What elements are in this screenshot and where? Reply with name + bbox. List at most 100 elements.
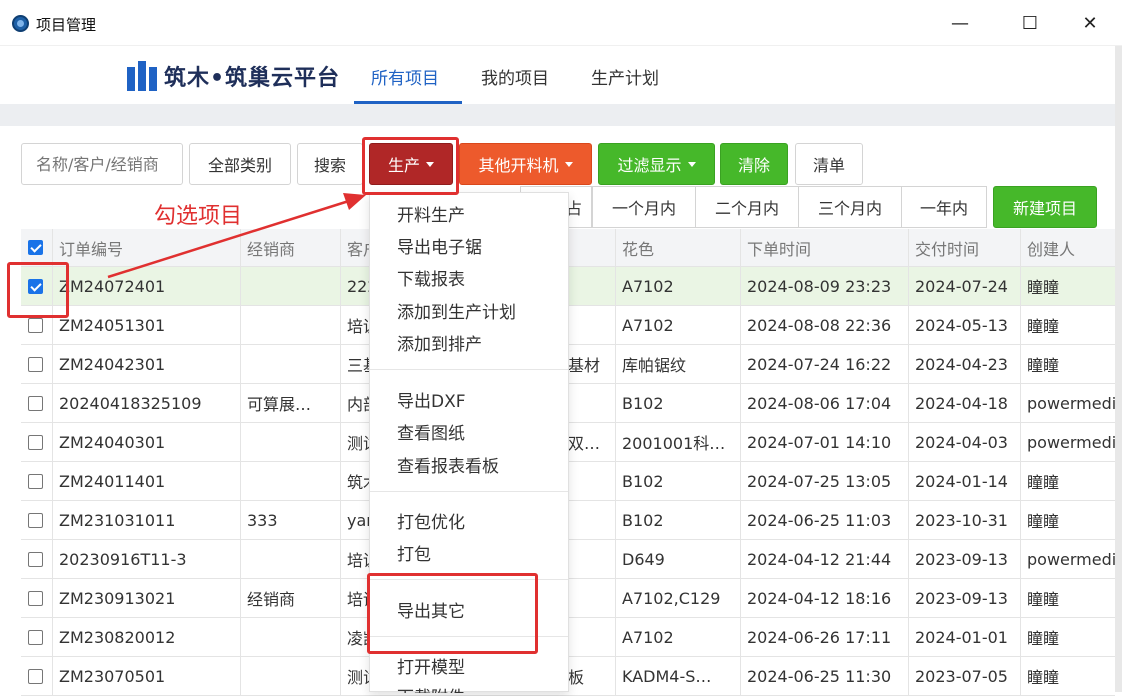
cell-color: A7102 xyxy=(616,618,741,656)
row-checkbox[interactable] xyxy=(28,473,43,489)
close-button[interactable]: ✕ xyxy=(1070,8,1110,38)
filter-display-label: 过滤显示 xyxy=(617,156,682,175)
menu-item-open-model[interactable]: 打开模型 xyxy=(397,653,465,678)
column-header[interactable]: 订单编号 xyxy=(53,229,241,266)
search-button[interactable]: 搜索 xyxy=(297,143,363,185)
cell-creator: 瞳瞳 xyxy=(1027,668,1060,687)
tab-production-plan[interactable]: 生产计划 xyxy=(591,64,659,89)
cell-delivery: 2024-07-24 xyxy=(909,267,1021,305)
minimize-button[interactable]: — xyxy=(940,8,980,38)
brand-logo-icon xyxy=(127,61,157,91)
cell-dealer xyxy=(241,540,341,578)
vertical-scrollbar[interactable] xyxy=(1115,46,1122,692)
cell-dealer xyxy=(241,657,341,695)
row-select-cell xyxy=(21,540,53,578)
customer-text-tail: 基材 xyxy=(568,356,601,375)
cell-delivery: 2024-05-13 xyxy=(909,306,1021,344)
category-select[interactable]: 全部类别 xyxy=(189,143,291,185)
cell-order-time: 2024-06-25 11:03 xyxy=(741,501,909,539)
menu-item-pack[interactable]: 打包 xyxy=(397,540,431,565)
column-header[interactable]: 下单时间 xyxy=(741,229,909,266)
maximize-button[interactable]: ☐ xyxy=(1010,8,1050,38)
row-checkbox[interactable] xyxy=(28,434,43,450)
cell-creator: 瞳瞳 xyxy=(1027,629,1060,648)
new-project-button[interactable]: 新建项目 xyxy=(993,186,1097,228)
row-select-cell xyxy=(21,345,53,383)
row-select-cell xyxy=(21,462,53,500)
cell-dealer xyxy=(241,462,341,500)
cell-order-time: 2024-04-12 18:16 xyxy=(741,579,909,617)
cell-color: KADM4-S… xyxy=(616,657,741,695)
column-header[interactable]: 创建人 xyxy=(1021,229,1115,266)
caret-down-icon xyxy=(687,161,696,167)
menu-item-view-drawings[interactable]: 查看图纸 xyxy=(397,419,465,444)
row-checkbox[interactable] xyxy=(28,395,43,411)
cell-creator: powermedi xyxy=(1027,549,1115,569)
menu-item-download-report[interactable]: 下载报表 xyxy=(397,265,465,290)
column-header[interactable]: 经销商 xyxy=(241,229,341,266)
time-range-one-year[interactable]: 一年内 xyxy=(901,186,987,228)
cell-delivery: 2024-04-18 xyxy=(909,384,1021,422)
cell-dealer xyxy=(241,306,341,344)
column-header[interactable]: 交付时间 xyxy=(909,229,1021,266)
cell-order: 20240418325109 xyxy=(53,384,241,422)
cell-creator: 瞳瞳 xyxy=(1027,278,1060,297)
cell-creator: 瞳瞳 xyxy=(1027,512,1060,531)
row-select-cell xyxy=(21,579,53,617)
menu-item-report-board[interactable]: 查看报表看板 xyxy=(397,452,499,477)
cell-order-time: 2024-06-25 11:30 xyxy=(741,657,909,695)
row-checkbox[interactable] xyxy=(28,512,43,528)
cell-color: B102 xyxy=(616,384,741,422)
row-checkbox[interactable] xyxy=(28,551,43,567)
time-range-two-months[interactable]: 二个月内 xyxy=(695,186,799,228)
other-machines-dropdown-button[interactable]: 其他开料机 xyxy=(459,143,592,185)
cell-order: ZM230820012 xyxy=(53,618,241,656)
window-title: 项目管理 xyxy=(36,16,97,34)
cell-order-time: 2024-08-08 22:36 xyxy=(741,306,909,344)
tab-my-projects[interactable]: 我的项目 xyxy=(481,64,549,89)
column-header[interactable]: 花色 xyxy=(616,229,741,266)
tab-all-projects[interactable]: 所有项目 xyxy=(371,64,439,89)
row-checkbox[interactable] xyxy=(28,356,43,372)
menu-divider xyxy=(370,369,568,370)
row-select-cell xyxy=(21,618,53,656)
row-select-cell xyxy=(21,384,53,422)
select-all-checkbox[interactable] xyxy=(28,240,43,255)
customer-text-tail: 双… xyxy=(568,434,601,453)
menu-item-export-saw[interactable]: 导出电子锯 xyxy=(397,233,482,258)
clear-button[interactable]: 清除 xyxy=(720,143,788,185)
cell-order-time: 2024-07-01 14:10 xyxy=(741,423,909,461)
brand-name: 筑木•筑巢云平台 xyxy=(164,66,341,91)
cell-order-time: 2024-04-12 21:44 xyxy=(741,540,909,578)
app-header: 筑木•筑巢云平台 所有项目 我的项目 生产计划 xyxy=(0,46,1122,104)
row-checkbox[interactable] xyxy=(28,317,43,333)
cell-color: A7102 xyxy=(616,306,741,344)
cell-delivery: 2023-07-05 xyxy=(909,657,1021,695)
time-range-one-month[interactable]: 一个月内 xyxy=(592,186,696,228)
search-input[interactable] xyxy=(21,143,183,185)
row-checkbox[interactable] xyxy=(28,590,43,606)
highlight-export-other xyxy=(367,573,538,654)
cell-delivery: 2023-10-31 xyxy=(909,501,1021,539)
cell-order: ZM23070501 xyxy=(53,657,241,695)
menu-item-pack-optimize[interactable]: 打包优化 xyxy=(397,508,465,533)
cell-delivery: 2024-04-23 xyxy=(909,345,1021,383)
menu-item-add-to-plan[interactable]: 添加到生产计划 xyxy=(397,298,516,323)
menu-item-export-dxf[interactable]: 导出DXF xyxy=(397,387,466,412)
cell-order: ZM24051301 xyxy=(53,306,241,344)
cell-order-time: 2024-07-25 13:05 xyxy=(741,462,909,500)
cell-color: 库帕锯纹 xyxy=(616,345,741,383)
customer-text-tail: 板 xyxy=(568,668,585,687)
cell-order: ZM24011401 xyxy=(53,462,241,500)
cell-color: A7102 xyxy=(616,267,741,305)
menu-item-add-to-schedule[interactable]: 添加到排产 xyxy=(397,330,482,355)
time-range-three-months[interactable]: 三个月内 xyxy=(798,186,902,228)
row-checkbox[interactable] xyxy=(28,668,43,684)
cell-color: A7102,C129 xyxy=(616,579,741,617)
row-select-cell xyxy=(21,657,53,695)
list-button[interactable]: 清单 xyxy=(795,143,863,185)
filter-display-dropdown-button[interactable]: 过滤显示 xyxy=(598,143,715,185)
menu-item-cutting-production[interactable]: 开料生产 xyxy=(397,201,465,226)
row-checkbox[interactable] xyxy=(28,629,43,645)
header-select-all[interactable] xyxy=(21,229,53,266)
